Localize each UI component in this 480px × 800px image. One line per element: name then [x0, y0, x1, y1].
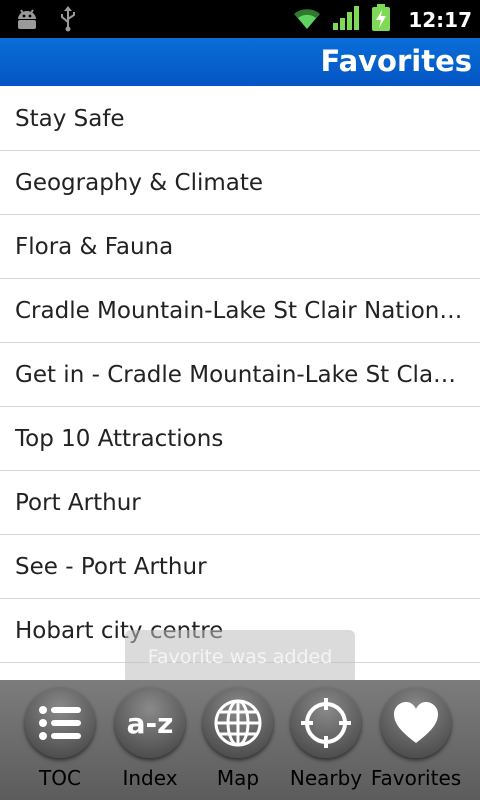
- nav-toc-label: TOC: [39, 766, 81, 790]
- az-icon-text: a-z: [126, 706, 174, 740]
- list-item[interactable]: Stay Safe: [0, 87, 480, 151]
- heart-icon: [381, 688, 451, 758]
- list-item[interactable]: Top 10 Attractions: [0, 407, 480, 471]
- crosshair-icon: [291, 688, 361, 758]
- nav-map-button[interactable]: Map: [190, 684, 286, 798]
- clock: 12:17: [408, 8, 472, 32]
- list-item[interactable]: Geography & Climate: [0, 151, 480, 215]
- toast-message: Favorite was added: [125, 630, 355, 684]
- battery-charging-icon: [370, 4, 392, 36]
- favorites-list: Stay Safe Geography & Climate Flora & Fa…: [0, 87, 480, 663]
- globe-icon: [203, 688, 273, 758]
- nav-favorites-button[interactable]: Favorites: [368, 684, 464, 798]
- nav-favorites-label: Favorites: [370, 766, 462, 790]
- list-item[interactable]: Flora & Fauna: [0, 215, 480, 279]
- nav-index-label: Index: [122, 766, 178, 790]
- bottom-navigation: TOC a-z Index Map Nearby Favorites: [0, 680, 480, 800]
- list-item[interactable]: Cradle Mountain-Lake St Clair Nation…: [0, 279, 480, 343]
- wifi-icon: [292, 6, 322, 34]
- nav-index-button[interactable]: a-z Index: [102, 684, 198, 798]
- nav-nearby-button[interactable]: Nearby: [278, 684, 374, 798]
- nav-nearby-label: Nearby: [289, 766, 363, 790]
- az-icon: a-z: [115, 688, 185, 758]
- status-bar: 12:17: [0, 0, 480, 38]
- list-item[interactable]: Port Arthur: [0, 471, 480, 535]
- nav-toc-button[interactable]: TOC: [12, 684, 108, 798]
- usb-icon: [58, 6, 78, 36]
- title-bar: Favorites: [0, 38, 480, 86]
- list-item[interactable]: See - Port Arthur: [0, 535, 480, 599]
- android-debug-icon: [14, 7, 40, 35]
- list-icon: [25, 688, 95, 758]
- signal-icon: [332, 5, 360, 35]
- list-item[interactable]: Get in - Cradle Mountain-Lake St Cla…: [0, 343, 480, 407]
- nav-map-label: Map: [216, 766, 260, 790]
- page-title: Favorites: [320, 44, 472, 78]
